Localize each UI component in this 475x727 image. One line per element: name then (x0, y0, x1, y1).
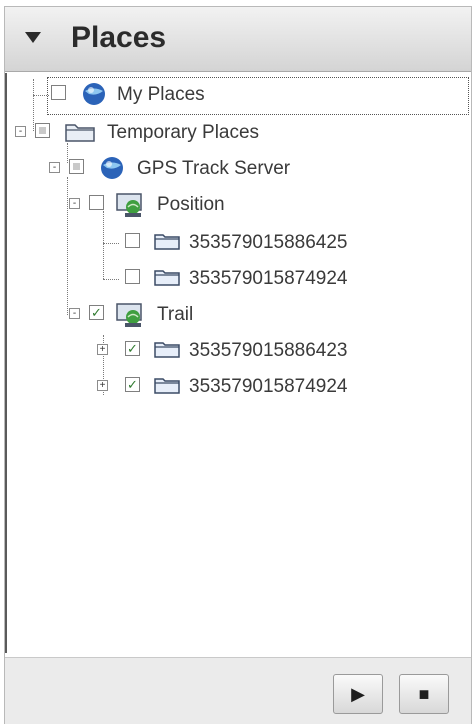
network-link-icon (116, 303, 142, 327)
play-button[interactable]: ▶ (333, 674, 383, 714)
tree-item-label: 353579015874924 (189, 268, 348, 289)
tree-item-device[interactable]: + ✓ 353579015886423 (7, 335, 467, 367)
collapse-toggle[interactable]: - (49, 162, 60, 173)
folder-icon (154, 234, 180, 250)
temporary-folder-icon (65, 124, 95, 142)
collapse-toggle[interactable]: - (15, 126, 26, 137)
globe-icon (101, 157, 123, 179)
tree-item-label: Position (157, 194, 225, 215)
folder-icon (154, 270, 180, 286)
places-tree: My Places - Temporary Places - GPS Track… (5, 73, 471, 653)
tree-item-label: Trail (157, 304, 194, 325)
expand-toggle[interactable]: + (97, 344, 108, 355)
tree-item-device[interactable]: + ✓ 353579015874924 (7, 371, 467, 403)
stop-button[interactable]: ■ (399, 674, 449, 714)
network-link-icon (116, 193, 142, 217)
globe-icon (83, 83, 105, 105)
folder-icon (154, 342, 180, 358)
tree-item-gps-track-server[interactable]: - GPS Track Server (7, 153, 467, 185)
places-footer: ▶ ■ (5, 657, 471, 724)
expand-toggle[interactable]: + (97, 380, 108, 391)
tree-item-label: 353579015886425 (189, 232, 348, 253)
places-header[interactable]: Places (5, 7, 471, 72)
collapse-toggle[interactable]: - (69, 308, 80, 319)
checkbox-position[interactable] (89, 195, 104, 210)
tree-item-label: 353579015886423 (189, 340, 348, 361)
tree-item-label: GPS Track Server (137, 158, 291, 179)
places-panel: Places My Places - Temporary Places - GP… (4, 6, 472, 724)
checkbox-device[interactable]: ✓ (125, 377, 140, 392)
checkbox-trail[interactable]: ✓ (89, 305, 104, 320)
tree-item-label: Temporary Places (107, 122, 260, 143)
folder-icon (154, 378, 180, 394)
tree-item-position[interactable]: - Position (7, 189, 467, 221)
checkbox-temporary-places[interactable] (35, 123, 50, 138)
collapse-toggle[interactable]: - (69, 198, 80, 209)
tree-item-label: 353579015874924 (189, 376, 348, 397)
checkbox-device[interactable] (125, 233, 140, 248)
checkbox-gps-track-server[interactable] (69, 159, 84, 174)
checkbox-device[interactable] (125, 269, 140, 284)
tree-item-trail[interactable]: - ✓ Trail (7, 299, 467, 331)
panel-title: Places (71, 21, 167, 54)
tree-item-device[interactable]: 353579015874924 (7, 263, 467, 295)
tree-item-temporary-places[interactable]: - Temporary Places (7, 117, 467, 149)
collapse-arrow-icon[interactable] (25, 32, 41, 43)
tree-item-my-places[interactable]: My Places (7, 79, 467, 111)
tree-item-label: My Places (117, 84, 205, 105)
tree-item-device[interactable]: 353579015886425 (7, 227, 467, 259)
checkbox-device[interactable]: ✓ (125, 341, 140, 356)
checkbox-my-places[interactable] (51, 85, 66, 100)
